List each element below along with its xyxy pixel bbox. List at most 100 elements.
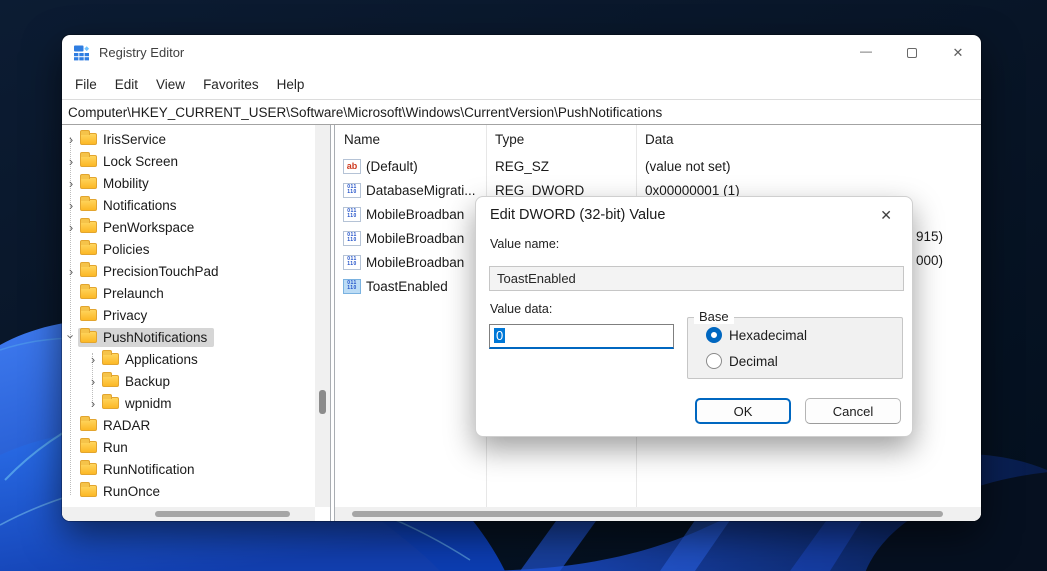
chevron-right-icon[interactable]: › xyxy=(64,176,78,191)
chevron-right-icon[interactable]: › xyxy=(64,154,78,169)
chevron-expanded-icon[interactable]: › xyxy=(64,329,79,343)
string-value-icon: ab xyxy=(343,158,361,174)
scrollbar-thumb[interactable] xyxy=(352,511,943,517)
value-name-cell[interactable]: 011 110 DatabaseMigrati... xyxy=(335,182,486,198)
tree-item-backup[interactable]: › Backup xyxy=(62,370,315,392)
chevron-right-icon[interactable]: › xyxy=(64,264,78,279)
menu-item-help[interactable]: Help xyxy=(268,73,314,96)
maximize-button[interactable] xyxy=(889,35,935,70)
value-name-text: MobileBroadban xyxy=(366,230,465,246)
tree-item-content[interactable]: PenWorkspace xyxy=(78,218,201,237)
scrollbar-thumb[interactable] xyxy=(319,390,326,414)
ok-button[interactable]: OK xyxy=(695,398,791,424)
menu-item-edit[interactable]: Edit xyxy=(106,73,147,96)
address-path: Computer\HKEY_CURRENT_USER\Software\Micr… xyxy=(68,104,663,120)
value-name-cell[interactable]: 011 110 MobileBroadban xyxy=(335,254,486,270)
value-name-cell[interactable]: ab (Default) xyxy=(335,158,486,174)
tree-item-label: Lock Screen xyxy=(103,153,179,169)
folder-icon xyxy=(80,130,97,145)
tree-item-pushnotifications[interactable]: › PushNotifications xyxy=(62,326,315,348)
tree-item-content[interactable]: wpnidm xyxy=(100,394,179,413)
dialog-title: Edit DWORD (32-bit) Value xyxy=(490,207,666,223)
tree-item-content[interactable]: RunNotification xyxy=(78,460,202,479)
list-horizontal-scrollbar[interactable] xyxy=(335,507,981,521)
registry-tree: › IrisService › Lock Screen › Mobility › Notifi… xyxy=(62,128,315,502)
tree-item-content[interactable]: Prelaunch xyxy=(78,284,171,303)
edit-dword-dialog: Edit DWORD (32-bit) Value ✕ Value name: … xyxy=(475,196,913,437)
value-name-cell[interactable]: 011 110 ToastEnabled xyxy=(335,278,486,294)
tree-item-irisservice[interactable]: › IrisService xyxy=(62,128,315,150)
menu-item-favorites[interactable]: Favorites xyxy=(194,73,268,96)
tree-item-lock-screen[interactable]: › Lock Screen xyxy=(62,150,315,172)
column-header-data[interactable]: Data xyxy=(636,128,981,154)
radio-hexadecimal[interactable]: Hexadecimal xyxy=(706,327,807,343)
minimize-button[interactable]: — xyxy=(843,35,889,70)
tree-vertical-scrollbar[interactable] xyxy=(315,125,330,507)
value-name-field[interactable]: ToastEnabled xyxy=(489,266,904,291)
chevron-right-icon[interactable]: › xyxy=(86,374,100,389)
tree-item-content[interactable]: PrecisionTouchPad xyxy=(78,262,226,281)
radio-decimal[interactable]: Decimal xyxy=(706,353,778,369)
tree-item-label: Mobility xyxy=(103,175,149,191)
tree-horizontal-scrollbar[interactable] xyxy=(62,507,315,521)
minimize-icon: — xyxy=(860,43,872,58)
tree-item-runonce[interactable]: ›RunOnce xyxy=(62,480,315,502)
tree-item-prelaunch[interactable]: ›Prelaunch xyxy=(62,282,315,304)
column-header-name[interactable]: Name xyxy=(335,128,486,154)
tree-item-policies[interactable]: ›Policies xyxy=(62,238,315,260)
title-bar: Registry Editor — ✕ xyxy=(62,35,981,70)
cancel-button[interactable]: Cancel xyxy=(805,398,901,424)
dword-value-icon: 011 110 xyxy=(343,254,361,270)
value-data-selected-text: 0 xyxy=(494,328,506,343)
menu-item-file[interactable]: File xyxy=(66,73,106,96)
tree-item-privacy[interactable]: ›Privacy xyxy=(62,304,315,326)
tree-item-content[interactable]: Policies xyxy=(78,240,157,259)
registry-editor-app-icon xyxy=(74,45,90,61)
tree-item-content[interactable]: RADAR xyxy=(78,416,157,435)
tree-item-label: Applications xyxy=(125,351,198,367)
tree-item-content[interactable]: PushNotifications xyxy=(78,327,215,347)
value-data-input[interactable]: 0 xyxy=(489,324,674,349)
tree-item-notifications[interactable]: › Notifications xyxy=(62,194,315,216)
tree-item-content[interactable]: Mobility xyxy=(78,174,156,193)
window-title: Registry Editor xyxy=(99,45,185,60)
tree-item-radar[interactable]: ›RADAR xyxy=(62,414,315,436)
value-row--default-[interactable]: ab (Default) REG_SZ (value not set) xyxy=(335,154,981,178)
tree-item-content[interactable]: Run xyxy=(78,438,135,457)
chevron-right-icon[interactable]: › xyxy=(64,220,78,235)
tree-item-runnotification[interactable]: ›RunNotification xyxy=(62,458,315,480)
tree-item-penworkspace[interactable]: › PenWorkspace xyxy=(62,216,315,238)
value-name-cell[interactable]: 011 110 MobileBroadban xyxy=(335,230,486,246)
tree-item-applications[interactable]: › Applications xyxy=(62,348,315,370)
chevron-right-icon[interactable]: › xyxy=(86,396,100,411)
folder-icon xyxy=(80,240,97,255)
dialog-close-button[interactable]: ✕ xyxy=(876,205,896,226)
scrollbar-thumb[interactable] xyxy=(155,511,290,517)
base-group-box: Base Hexadecimal Decimal xyxy=(687,309,903,379)
tree-item-content[interactable]: Privacy xyxy=(78,306,154,325)
folder-icon xyxy=(102,372,119,387)
value-name-cell[interactable]: 011 110 MobileBroadban xyxy=(335,206,486,222)
tree-item-mobility[interactable]: › Mobility xyxy=(62,172,315,194)
value-data-cell: (value not set) xyxy=(645,158,731,174)
tree-item-content[interactable]: Lock Screen xyxy=(78,152,185,171)
tree-item-content[interactable]: RunOnce xyxy=(78,482,167,501)
tree-item-content[interactable]: IrisService xyxy=(78,130,173,149)
chevron-right-icon[interactable]: › xyxy=(64,198,78,213)
tree-item-precisiontouchpad[interactable]: › PrecisionTouchPad xyxy=(62,260,315,282)
column-header-type[interactable]: Type xyxy=(486,128,636,154)
tree-item-run[interactable]: ›Run xyxy=(62,436,315,458)
menu-item-view[interactable]: View xyxy=(147,73,194,96)
chevron-right-icon[interactable]: › xyxy=(64,132,78,147)
value-data-fragment: 915) xyxy=(916,229,944,244)
tree-item-label: RunOnce xyxy=(103,483,161,499)
value-data-label: Value data: xyxy=(490,302,553,316)
folder-icon xyxy=(80,416,97,431)
chevron-right-icon[interactable]: › xyxy=(86,352,100,367)
tree-item-content[interactable]: Notifications xyxy=(78,196,184,215)
tree-item-wpnidm[interactable]: › wpnidm xyxy=(62,392,315,414)
close-button[interactable]: ✕ xyxy=(935,35,981,70)
tree-item-content[interactable]: Applications xyxy=(100,350,205,369)
tree-item-content[interactable]: Backup xyxy=(100,372,177,391)
address-bar[interactable]: Computer\HKEY_CURRENT_USER\Software\Micr… xyxy=(62,99,981,125)
